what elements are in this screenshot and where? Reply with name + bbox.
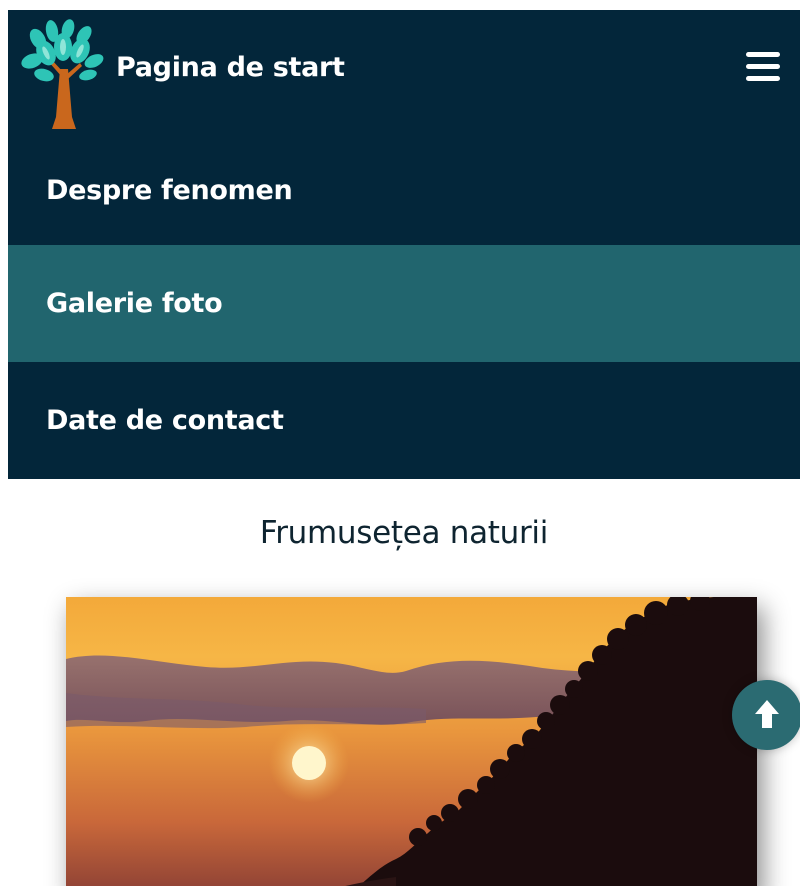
sunset-image bbox=[66, 597, 757, 886]
hamburger-menu-icon[interactable] bbox=[746, 52, 780, 82]
menu-item-label: Galerie foto bbox=[46, 288, 223, 319]
nav-menu: Despre fenomen Galerie foto Date de cont… bbox=[8, 135, 800, 479]
page-title: Frumusețea naturii bbox=[259, 515, 549, 551]
page-frame: Pagina de start Despre fenomen Galerie f… bbox=[8, 10, 800, 886]
navbar: Pagina de start bbox=[8, 10, 800, 135]
menu-item-date-de-contact[interactable]: Date de contact bbox=[8, 362, 800, 479]
menu-item-galerie-foto[interactable]: Galerie foto bbox=[8, 245, 800, 362]
main-content: Frumusețea naturii bbox=[8, 477, 800, 886]
arrow-up-icon bbox=[755, 700, 779, 728]
menu-item-label: Despre fenomen bbox=[46, 174, 293, 206]
home-link[interactable]: Pagina de start bbox=[18, 10, 345, 135]
gallery-photo-sunset[interactable] bbox=[66, 597, 757, 886]
menu-item-label: Date de contact bbox=[46, 405, 284, 436]
menu-item-despre-fenomen[interactable]: Despre fenomen bbox=[8, 135, 800, 245]
tree-logo-icon bbox=[21, 18, 104, 129]
scroll-to-top-button[interactable] bbox=[732, 680, 800, 750]
brand-title: Pagina de start bbox=[116, 52, 345, 83]
